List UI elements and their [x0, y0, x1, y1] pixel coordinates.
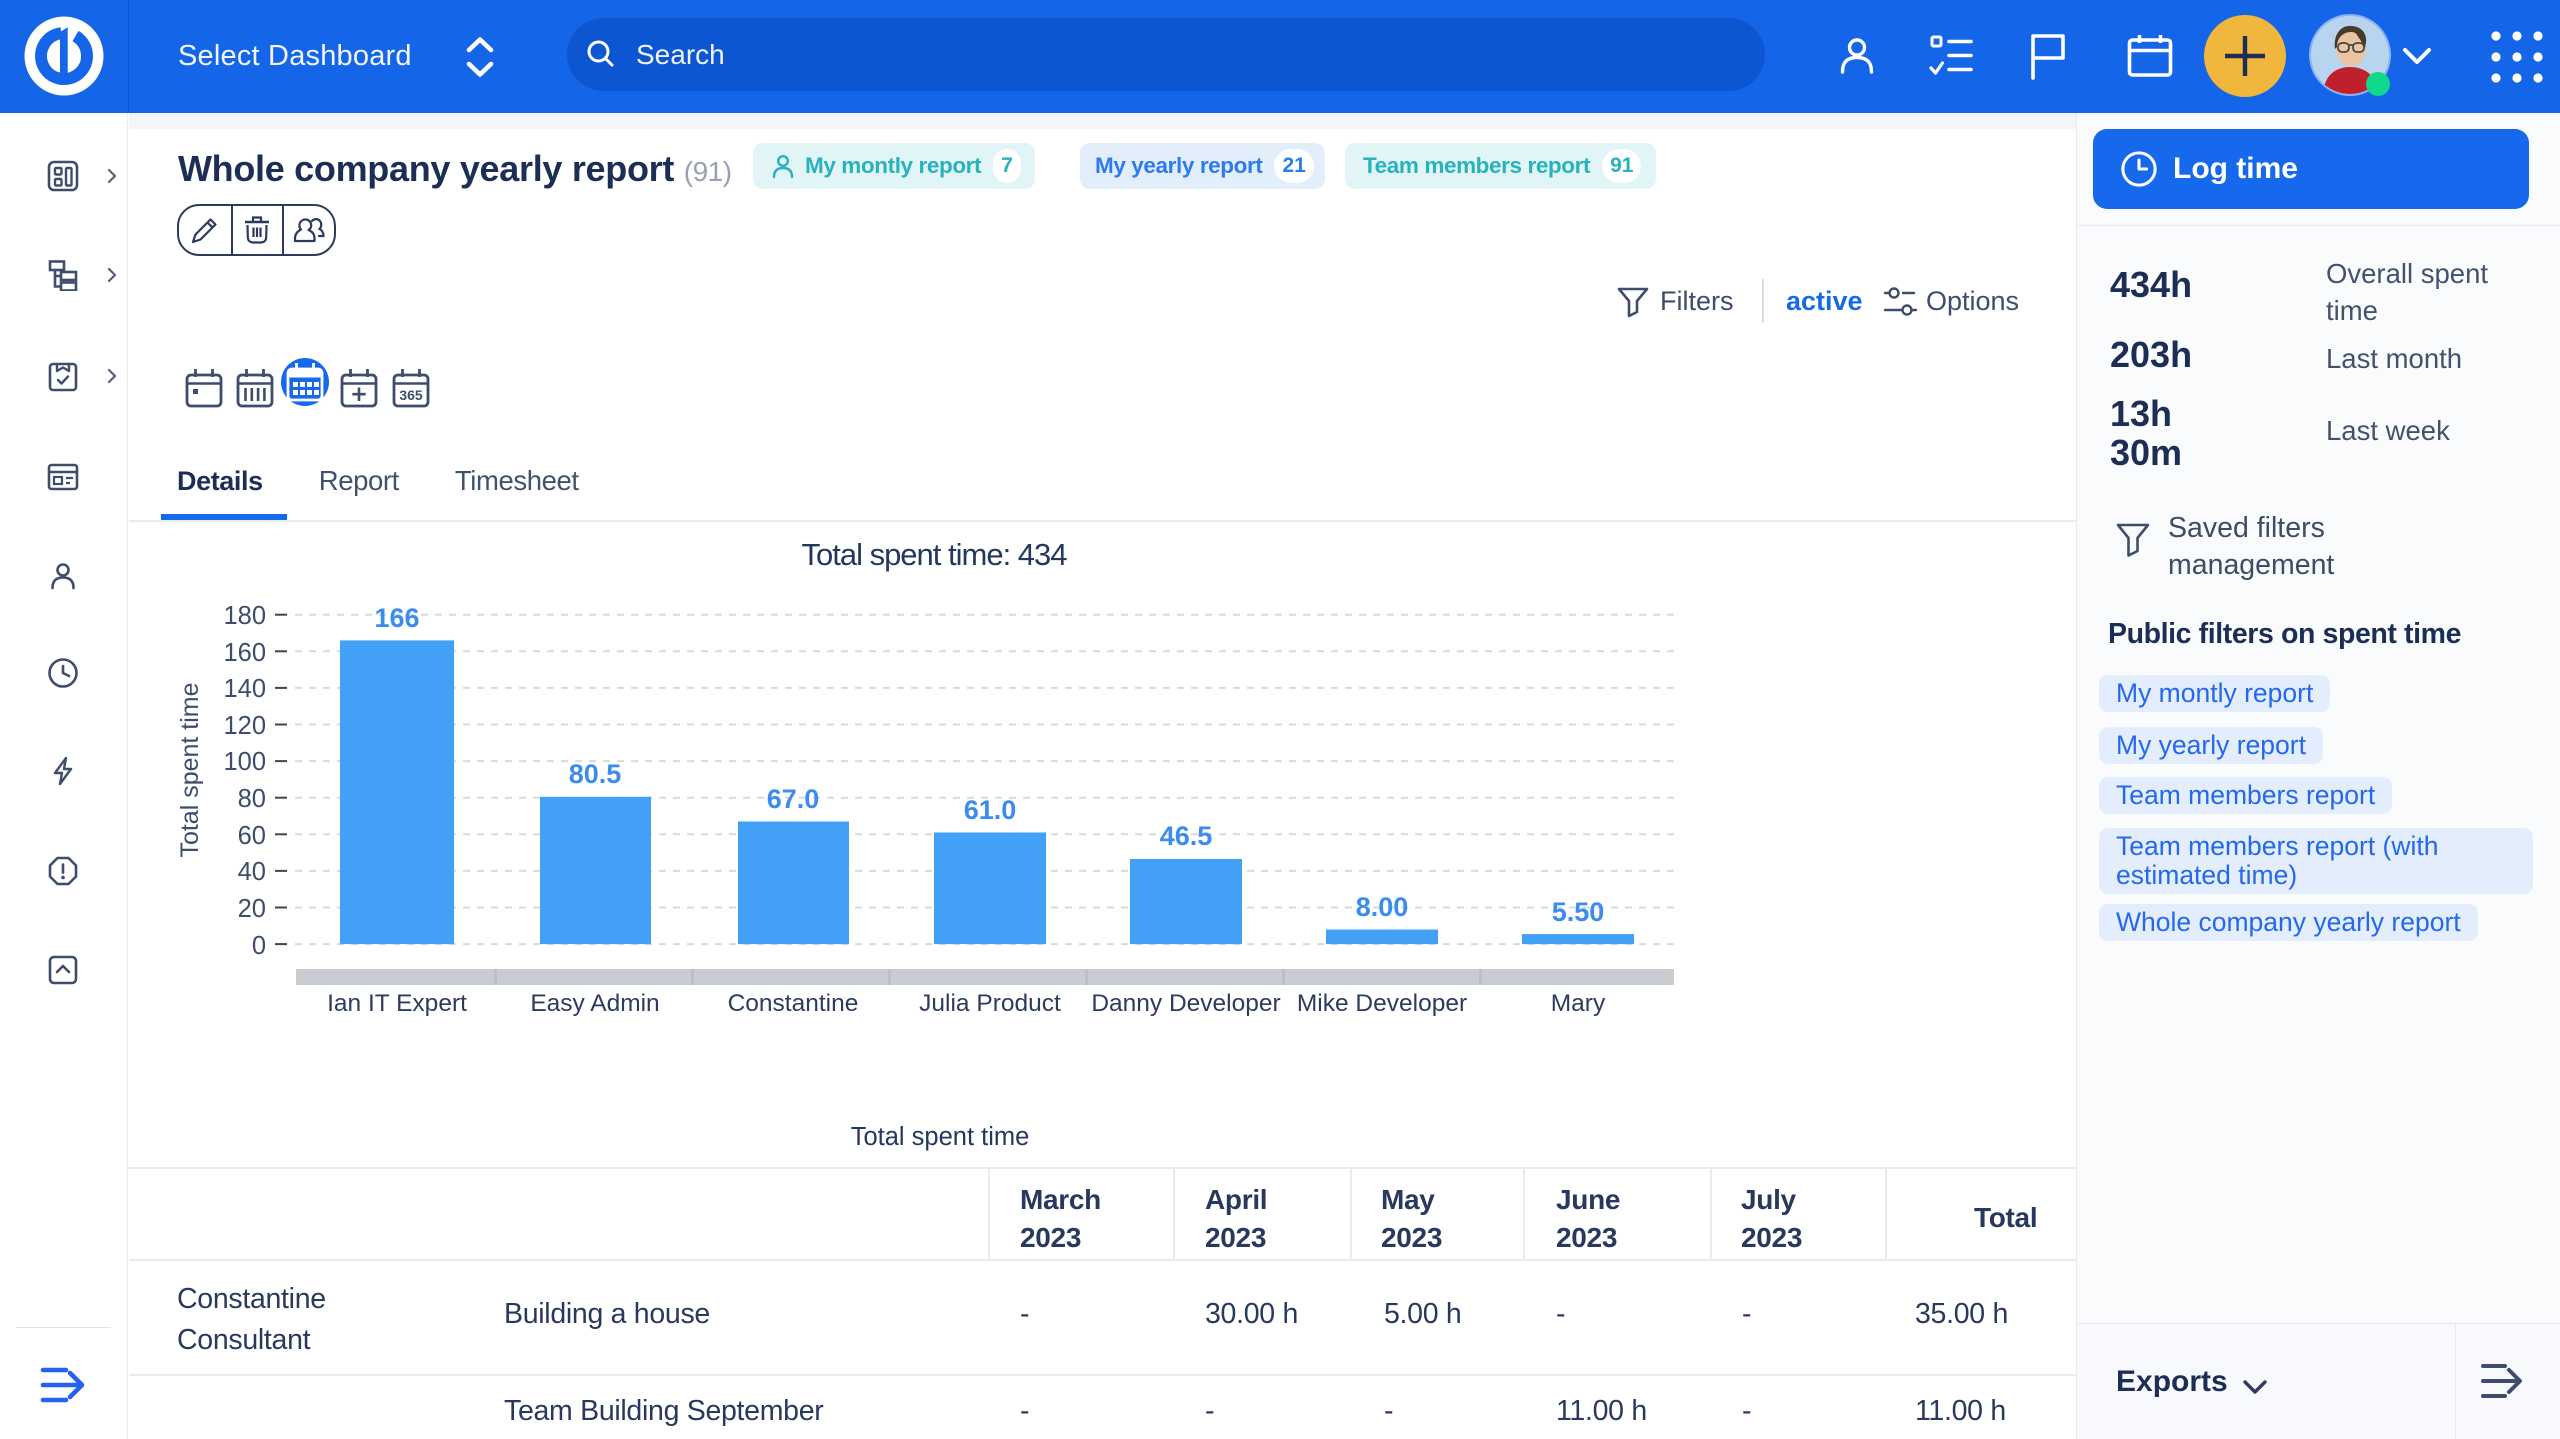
svg-text:Easy Admin: Easy Admin	[530, 990, 659, 1017]
svg-text:140: 140	[223, 675, 266, 703]
svg-text:20: 20	[238, 895, 266, 923]
svg-text:Julia Product: Julia Product	[919, 990, 1061, 1017]
svg-text:120: 120	[223, 712, 266, 740]
svg-text:160: 160	[223, 639, 266, 667]
svg-text:Total spent time: Total spent time	[176, 682, 204, 857]
svg-text:0: 0	[252, 932, 266, 960]
svg-text:40: 40	[238, 858, 266, 886]
svg-text:5.50: 5.50	[1552, 897, 1605, 927]
svg-text:67.0: 67.0	[767, 784, 820, 814]
svg-text:60: 60	[238, 822, 266, 850]
svg-text:Danny Developer: Danny Developer	[1091, 990, 1280, 1017]
svg-text:8.00: 8.00	[1356, 892, 1409, 922]
svg-text:Constantine: Constantine	[728, 990, 859, 1017]
svg-text:365: 365	[399, 387, 423, 403]
svg-text:100: 100	[223, 748, 266, 776]
svg-text:Mary: Mary	[1551, 990, 1606, 1017]
svg-text:180: 180	[223, 602, 266, 630]
svg-text:80.5: 80.5	[569, 759, 622, 789]
svg-text:80: 80	[238, 785, 266, 813]
svg-text:61.0: 61.0	[964, 795, 1017, 825]
svg-text:166: 166	[374, 603, 419, 633]
svg-text:46.5: 46.5	[1160, 821, 1213, 851]
svg-text:Ian IT Expert: Ian IT Expert	[327, 990, 467, 1017]
svg-text:Mike Developer: Mike Developer	[1297, 990, 1467, 1017]
